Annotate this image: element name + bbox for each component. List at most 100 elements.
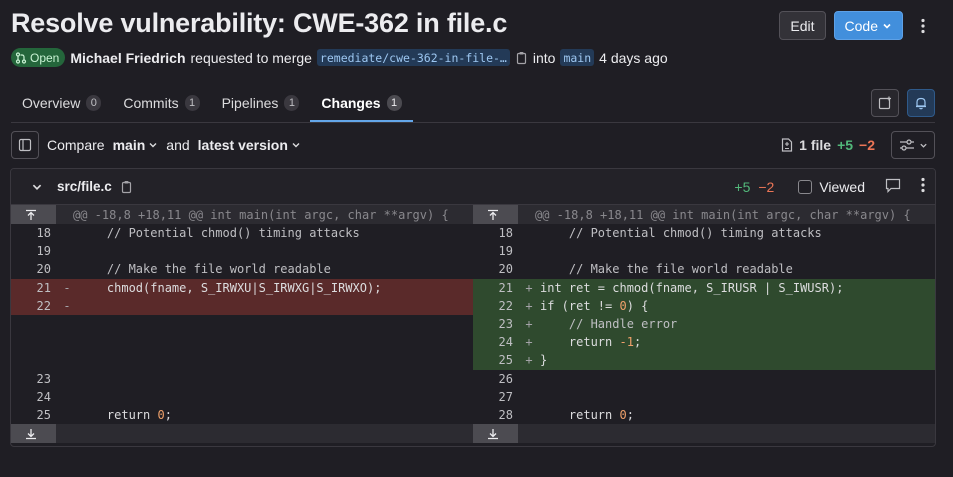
hunk-header-row: @@ -18,8 +18,11 @@ int main(int argc, ch…	[11, 205, 473, 224]
file-deletions: −2	[758, 178, 775, 195]
line-sign: +	[525, 335, 533, 350]
compare-head-dropdown[interactable]: latest version	[198, 137, 301, 153]
merge-request-tabs: Overview 0 Commits 1 Pipelines 1 Changes…	[11, 83, 935, 123]
add-todo-button[interactable]	[871, 88, 899, 117]
notifications-button[interactable]	[907, 88, 935, 117]
diff-line: 24	[11, 388, 473, 406]
code-dropdown-button[interactable]: Code	[833, 11, 903, 40]
diff-line: 18 // Potential chmod() timing attacks	[473, 224, 935, 242]
tab-actions	[871, 83, 935, 122]
viewed-checkbox[interactable]: Viewed	[798, 179, 865, 195]
expand-up-icon	[488, 209, 498, 220]
line-number[interactable]: 19	[11, 242, 56, 260]
header-actions: Edit Code	[779, 11, 935, 40]
expand-down-icon	[26, 428, 36, 439]
expand-above-button[interactable]	[11, 205, 56, 224]
head-version-label: latest version	[197, 137, 288, 153]
line-code: chmod(fname, S_IRWXU|S_IRWXG|S_IRWXO);	[78, 280, 382, 295]
diff-line: 23	[11, 370, 473, 388]
line-number[interactable]: 22	[11, 296, 56, 315]
tab-label: Overview	[22, 94, 81, 111]
line-sign: +	[525, 280, 533, 295]
parallel-diff: @@ -18,8 +18,11 @@ int main(int argc, ch…	[11, 205, 935, 446]
expand-below-button[interactable]	[473, 424, 518, 444]
expand-below-button[interactable]	[11, 424, 56, 444]
line-number[interactable]: 20	[473, 260, 518, 278]
merge-request-icon	[15, 51, 27, 64]
line-number[interactable]: 26	[473, 370, 518, 388]
line-code: // Potential chmod() timing attacks	[78, 226, 360, 241]
status-label: Open	[30, 50, 60, 65]
toggle-file-browser-button[interactable]	[11, 131, 39, 159]
author-link[interactable]: Michael Friedrich	[70, 50, 185, 66]
line-number[interactable]: 24	[11, 388, 56, 406]
action-text: requested to merge	[190, 49, 312, 66]
edit-button[interactable]: Edit	[779, 11, 826, 40]
preferences-icon	[899, 139, 914, 151]
diff-line: 27	[473, 388, 935, 406]
copy-file-path-icon[interactable]	[120, 180, 133, 194]
target-branch-link[interactable]: main	[560, 49, 595, 66]
line-number[interactable]: 19	[473, 242, 518, 260]
tab-label: Pipelines	[221, 94, 279, 111]
diff-line: 18 // Potential chmod() timing attacks	[11, 224, 473, 242]
line-number[interactable]: 25	[473, 351, 518, 370]
diff-stats: 1 file +5 −2	[781, 131, 935, 159]
diff-line: 22 + if (ret != 0) {	[473, 296, 935, 315]
chevron-down-icon[interactable]	[31, 181, 43, 193]
line-number[interactable]: 18	[11, 224, 56, 242]
tab-overview[interactable]: Overview 0	[11, 83, 112, 122]
line-number[interactable]: 20	[11, 260, 56, 278]
tab-count: 0	[86, 94, 102, 111]
expand-up-icon	[26, 209, 36, 220]
todo-add-icon	[878, 96, 891, 109]
comment-icon[interactable]	[885, 178, 901, 196]
copy-branch-icon[interactable]	[515, 51, 528, 65]
chevron-down-icon	[292, 143, 300, 148]
additions-count: +5	[837, 137, 854, 153]
more-actions-kebab-icon[interactable]	[911, 11, 935, 40]
compare-base-dropdown[interactable]: main	[113, 137, 159, 153]
expand-down-icon	[488, 428, 498, 439]
diff-line: 19	[11, 242, 473, 260]
diff-line	[11, 333, 473, 351]
tab-changes[interactable]: Changes 1	[310, 83, 412, 122]
line-sign: -	[63, 298, 71, 313]
line-number[interactable]	[11, 315, 56, 333]
files-count: 1 file	[799, 137, 832, 153]
sidebar-icon	[18, 138, 32, 152]
source-branch-link[interactable]: remediate/cwe-362-in-file-…	[316, 49, 510, 66]
line-number[interactable]: 23	[11, 370, 56, 388]
file-name-link[interactable]: src/file.c	[57, 179, 112, 194]
file-additions: +5	[734, 178, 751, 195]
status-badge: Open	[11, 48, 66, 67]
expand-above-button[interactable]	[473, 205, 518, 224]
diff-line: 24 + return -1;	[473, 333, 935, 352]
line-number[interactable]	[11, 351, 56, 369]
line-number[interactable]: 18	[473, 224, 518, 242]
base-version-label: main	[112, 137, 146, 153]
line-number[interactable]: 23	[473, 314, 518, 334]
line-code: return 0;	[78, 407, 172, 422]
line-number[interactable]: 21	[473, 278, 518, 297]
line-number[interactable]: 27	[473, 388, 518, 406]
line-number[interactable]: 21	[11, 278, 56, 297]
tab-commits[interactable]: Commits 1	[112, 83, 210, 122]
file-options-kebab-icon[interactable]	[921, 177, 925, 196]
line-number[interactable]: 22	[473, 296, 518, 315]
diff-line: 26	[473, 370, 935, 388]
checkbox-box[interactable]	[798, 179, 813, 194]
diff-line: 19	[473, 242, 935, 260]
line-number[interactable]: 25	[11, 406, 56, 424]
line-number[interactable]: 28	[473, 406, 518, 424]
tab-pipelines[interactable]: Pipelines 1	[211, 83, 311, 122]
hunk-footer-row	[473, 424, 935, 444]
line-code: // Make the file world readable	[78, 262, 331, 277]
line-number[interactable]	[11, 333, 56, 351]
line-code: int ret = chmod(fname, S_IRUSR | S_IWUSR…	[540, 280, 844, 295]
line-number[interactable]: 24	[473, 333, 518, 352]
diff-settings-dropdown[interactable]	[891, 131, 935, 159]
diff-line	[11, 315, 473, 333]
deletions-count: −2	[859, 137, 875, 153]
diff-line: 25 +}	[473, 351, 935, 370]
